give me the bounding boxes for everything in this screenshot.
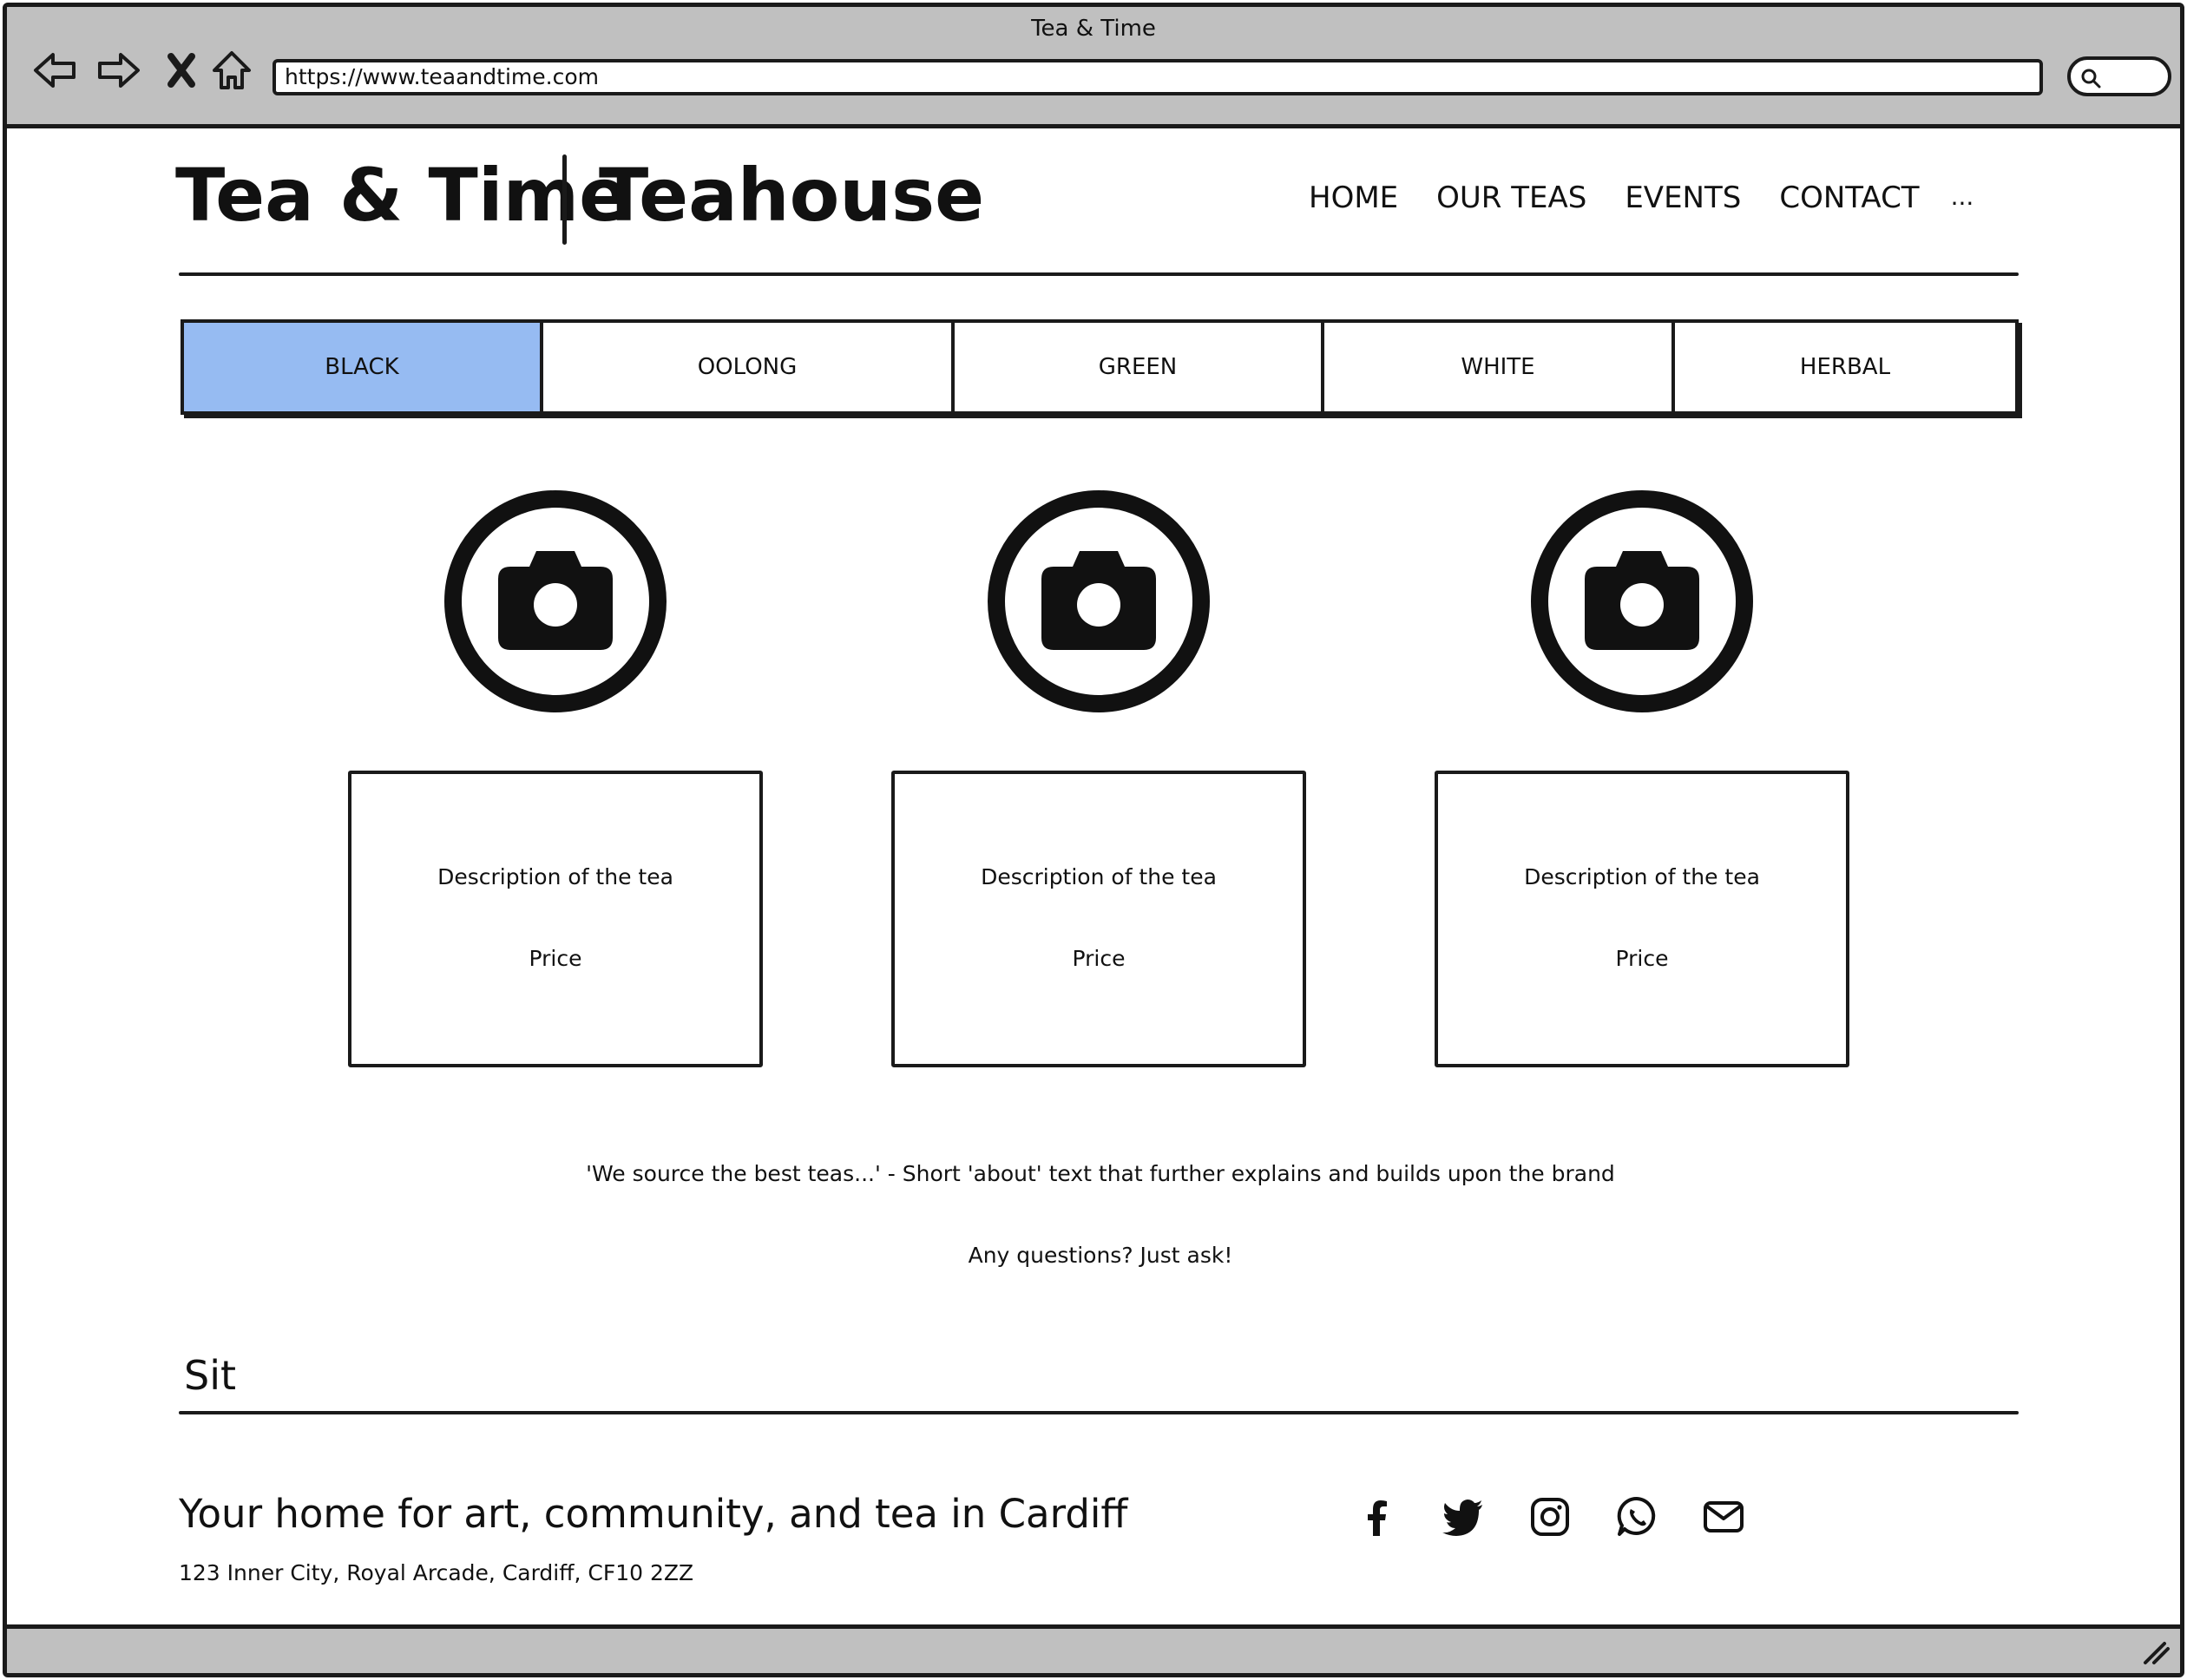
product-price: Price (1615, 946, 1669, 971)
twitter-icon[interactable] (1437, 1491, 1489, 1543)
main-nav: HOME OUR TEAS EVENTS CONTACT ... (1309, 180, 2012, 215)
resize-grip-icon[interactable] (2140, 1638, 2171, 1666)
footer-divider (179, 1411, 2019, 1414)
title-divider (562, 154, 567, 245)
tab-black[interactable]: BLACK (184, 323, 543, 411)
camera-icon[interactable] (1529, 489, 1755, 714)
email-icon[interactable] (1698, 1491, 1750, 1543)
tab-oolong[interactable]: OOLONG (543, 323, 955, 411)
nav-contact[interactable]: CONTACT (1779, 180, 1919, 215)
nav-events[interactable]: EVENTS (1625, 180, 1741, 215)
instagram-icon[interactable] (1524, 1491, 1576, 1543)
tab-green[interactable]: GREEN (955, 323, 1324, 411)
back-arrow-icon (34, 53, 76, 88)
back-button[interactable] (30, 45, 80, 95)
whatsapp-icon[interactable] (1611, 1491, 1663, 1543)
stop-button[interactable] (156, 45, 207, 95)
browser-status-bar (7, 1624, 2180, 1673)
section-label: Sit (184, 1352, 237, 1399)
site-title[interactable]: Tea & Time (175, 153, 628, 238)
close-icon (167, 53, 195, 88)
product-price: Price (1072, 946, 1126, 971)
nav-home[interactable]: HOME (1309, 180, 1398, 215)
browser-search-box[interactable] (2067, 56, 2171, 96)
browser-window: Tea & Time https://www.teaandtime.com Te… (3, 3, 2184, 1677)
facebook-icon[interactable] (1350, 1491, 1402, 1543)
product-description: Description of the tea (437, 864, 673, 889)
product-price: Price (529, 946, 582, 971)
nav-our-teas[interactable]: OUR TEAS (1436, 180, 1586, 215)
nav-more[interactable]: ... (1951, 182, 1974, 217)
window-title: Tea & Time (1031, 16, 1156, 42)
header-divider (179, 272, 2019, 276)
product-card[interactable]: Description of the tea Price (348, 771, 763, 1067)
tea-type-tabs: BLACK OOLONG GREEN WHITE HERBAL (181, 319, 2019, 415)
home-icon (213, 51, 251, 89)
social-links (1350, 1491, 1784, 1543)
product-description: Description of the tea (1524, 864, 1760, 889)
tab-herbal[interactable]: HERBAL (1675, 323, 2015, 411)
about-text: 'We source the best teas...' - Short 'ab… (586, 1161, 1615, 1186)
address-bar[interactable]: https://www.teaandtime.com (273, 59, 2043, 95)
contact-prompt: Any questions? Just ask! (968, 1243, 1233, 1268)
home-button[interactable] (207, 45, 257, 95)
camera-icon[interactable] (986, 489, 1212, 714)
product-card[interactable]: Description of the tea Price (891, 771, 1306, 1067)
forward-button[interactable] (94, 45, 144, 95)
site-subtitle: Teahouse (599, 153, 985, 238)
camera-icon[interactable] (443, 489, 668, 714)
product-description: Description of the tea (981, 864, 1217, 889)
footer-tagline: Your home for art, community, and tea in… (179, 1491, 1128, 1537)
tab-white[interactable]: WHITE (1324, 323, 1675, 411)
forward-arrow-icon (98, 53, 140, 88)
product-card[interactable]: Description of the tea Price (1435, 771, 1849, 1067)
search-icon (2081, 69, 2101, 89)
footer-address: 123 Inner City, Royal Arcade, Cardiff, C… (179, 1560, 694, 1585)
browser-toolbar: Tea & Time https://www.teaandtime.com (7, 7, 2180, 128)
